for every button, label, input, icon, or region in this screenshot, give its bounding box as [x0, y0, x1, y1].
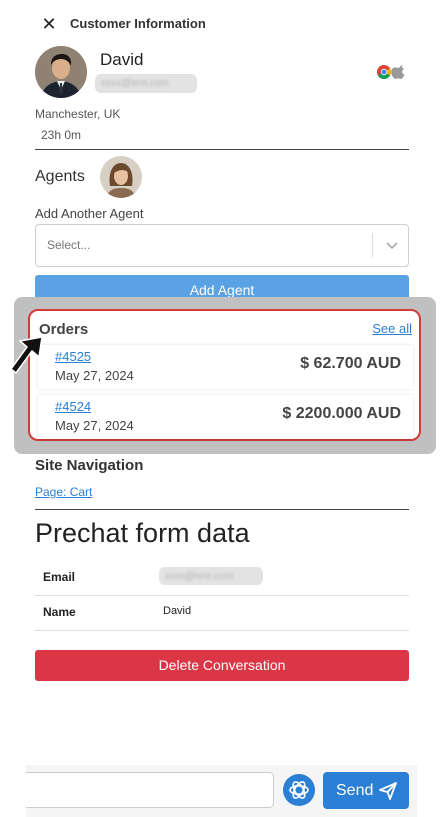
order-date: May 27, 2024 [55, 368, 134, 383]
prechat-row-email: Email xxxx@test.com [35, 560, 409, 596]
site-navigation-heading: Site Navigation [35, 457, 144, 474]
agents-heading: Agents [35, 168, 85, 185]
divider [35, 149, 409, 150]
select-separator [372, 233, 373, 257]
agent-select[interactable]: Select... [35, 224, 409, 267]
order-amount: $ 62.700 AUD [300, 355, 401, 372]
prechat-value: David [163, 605, 192, 617]
prechat-email-masked: xxxx@test.com [159, 567, 263, 585]
orders-card: Orders See all #4525 May 27, 2024 $ 62.7… [28, 309, 421, 441]
send-button[interactable]: Send [323, 772, 409, 809]
page-cart-link[interactable]: Page: Cart [35, 485, 92, 499]
session-duration: 23h 0m [41, 128, 82, 142]
customer-avatar [35, 46, 87, 98]
message-input[interactable] [26, 772, 274, 808]
chrome-icon [377, 65, 391, 79]
openai-icon[interactable] [283, 774, 315, 806]
order-link[interactable]: #4525 [55, 349, 91, 364]
paper-plane-icon [378, 781, 398, 801]
customer-email-masked: xxxx@test.com [95, 74, 197, 93]
chevron-down-icon[interactable] [382, 235, 402, 255]
see-all-link[interactable]: See all [372, 321, 412, 336]
customer-name: David [100, 50, 144, 69]
pointer-arrow-icon [8, 335, 48, 377]
panel-title: Customer Information [70, 16, 206, 31]
prechat-key: Email [43, 570, 76, 584]
close-icon[interactable]: ✕ [40, 14, 58, 34]
prechat-heading: Prechat form data [35, 518, 250, 548]
divider [35, 509, 409, 510]
prechat-row-name: Name David [35, 595, 409, 631]
agent-select-placeholder: Select... [47, 238, 91, 252]
order-row: #4525 May 27, 2024 $ 62.700 AUD [38, 345, 413, 389]
send-label: Send [336, 782, 374, 799]
order-row: #4524 May 27, 2024 $ 2200.000 AUD [38, 395, 413, 439]
order-link[interactable]: #4524 [55, 399, 91, 414]
agent-avatar [100, 156, 142, 198]
prechat-key: Name [43, 605, 76, 619]
order-amount: $ 2200.000 AUD [282, 405, 401, 422]
browser-icons [377, 64, 409, 80]
order-date: May 27, 2024 [55, 418, 134, 433]
apple-icon [391, 65, 405, 79]
delete-conversation-button[interactable]: Delete Conversation [35, 650, 409, 681]
add-agent-label: Add Another Agent [35, 206, 144, 221]
customer-location: Manchester, UK [35, 107, 121, 121]
